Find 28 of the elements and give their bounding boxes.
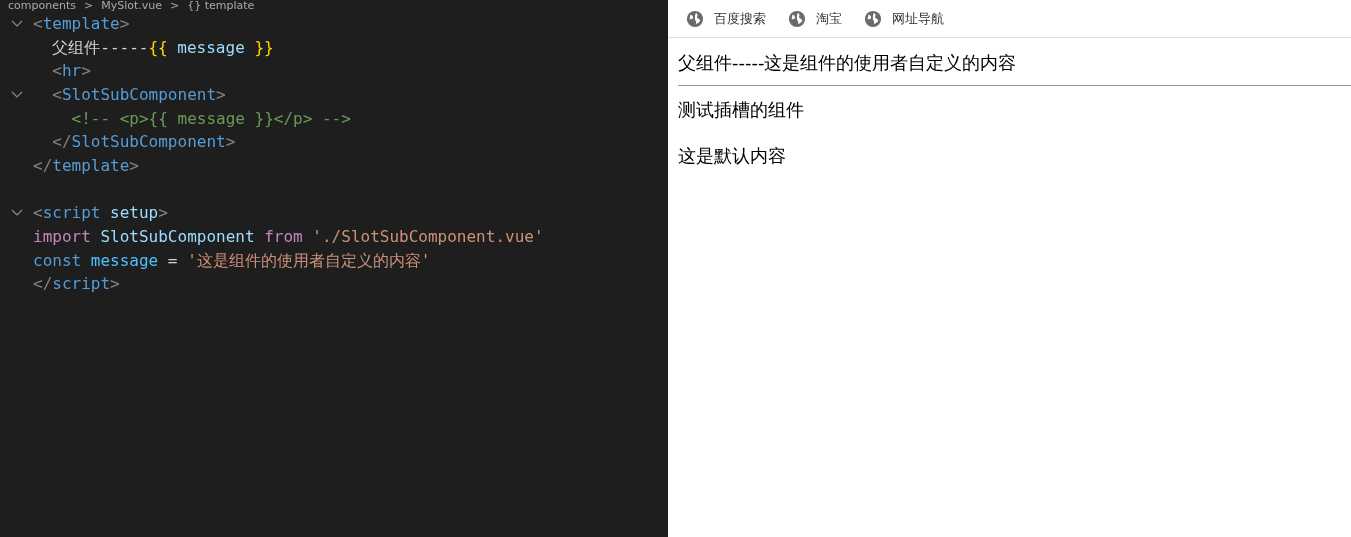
code-line: <!-- <p>{{ message }}</p> -->: [70, 107, 351, 130]
code-line: </SlotSubComponent>: [51, 131, 236, 154]
breadcrumb-item[interactable]: MySlot.vue: [101, 0, 162, 12]
code-line: import SlotSubComponent from './SlotSubComponent.vue': [33, 226, 544, 249]
breadcrumb-item[interactable]: {} template: [187, 0, 255, 12]
breadcrumb-item[interactable]: >: [170, 0, 180, 12]
bookmark-link[interactable]: 淘宝: [788, 9, 842, 28]
code-line: </template>: [33, 154, 139, 177]
breadcrumb-item[interactable]: components: [8, 0, 76, 12]
globe-icon: [686, 9, 704, 28]
breadcrumb-item[interactable]: >: [83, 0, 94, 12]
globe-icon: [788, 9, 806, 28]
bookmark-link[interactable]: 网址导航: [864, 9, 944, 28]
code-line: <hr>: [51, 60, 91, 83]
bookmark-link[interactable]: 百度搜索: [686, 9, 766, 28]
globe-icon: [864, 9, 882, 28]
code-line: </script>: [33, 273, 120, 296]
chevron-down-icon[interactable]: [10, 90, 23, 99]
code-line: <script setup>: [33, 202, 168, 225]
code-line: <SlotSubComponent>: [51, 83, 226, 106]
paragraph-text: 测试插槽的组件: [678, 98, 805, 122]
paragraph-text: 这是默认内容: [678, 144, 787, 168]
chevron-down-icon[interactable]: [10, 19, 23, 28]
code-line: 父组件-----{{ message }}: [51, 36, 274, 59]
code-line: <template>: [33, 12, 130, 35]
chevron-down-icon[interactable]: [10, 209, 23, 218]
code-line: const message = '这是组件的使用者自定义的内容': [33, 249, 431, 272]
paragraph-text: 父组件-----这是组件的使用者自定义的内容: [678, 51, 1018, 75]
